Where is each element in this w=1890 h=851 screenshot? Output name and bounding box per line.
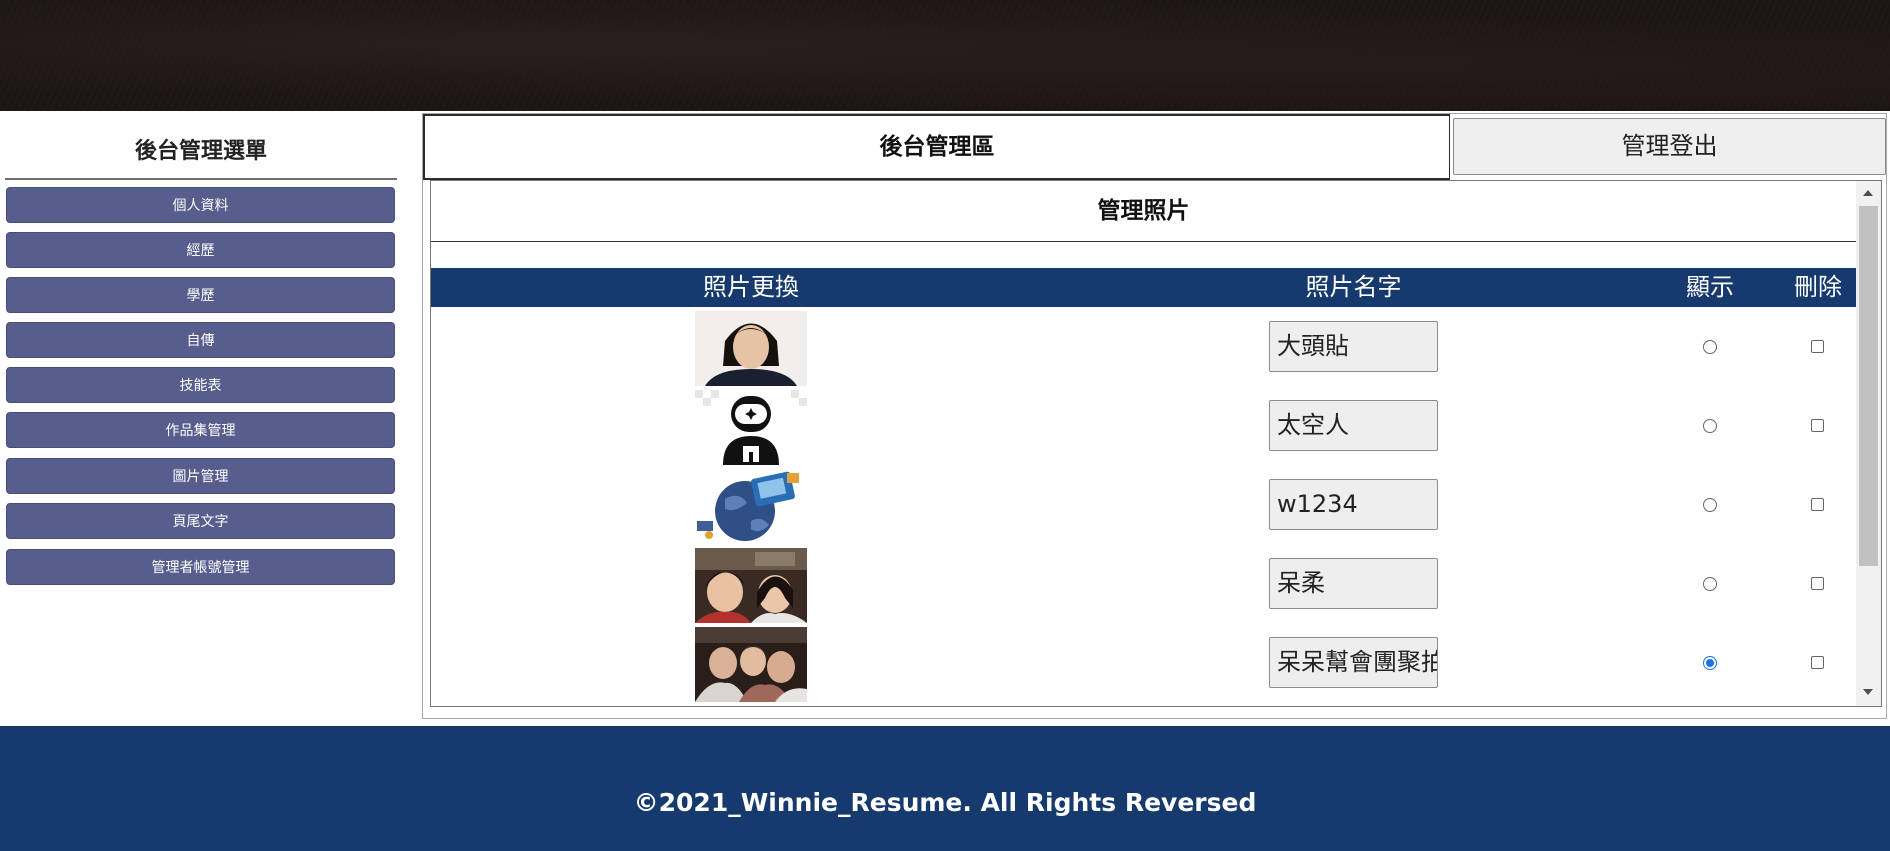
astronaut-icon[interactable]	[695, 390, 807, 465]
column-header-photo: 照片更換	[703, 273, 799, 301]
menu-button-skills[interactable]: 技能表	[6, 367, 395, 403]
table-row: 呆柔	[431, 544, 1856, 623]
photo-name-input[interactable]: w1234	[1269, 479, 1438, 530]
menu-button-profile[interactable]: 個人資料	[6, 187, 395, 223]
menu-button-experience[interactable]: 經歷	[6, 232, 395, 268]
photo-name-input[interactable]: 大頭貼	[1269, 321, 1438, 372]
scroll-down-arrow-icon[interactable]	[1863, 689, 1873, 695]
delete-checkbox[interactable]	[1811, 498, 1824, 511]
photo-name-input[interactable]: 太空人	[1269, 400, 1438, 451]
scrollbar-thumb[interactable]	[1859, 206, 1878, 566]
group-photo-icon[interactable]	[695, 627, 807, 702]
column-header-delete: 刪除	[1794, 273, 1842, 301]
delete-checkbox[interactable]	[1811, 419, 1824, 432]
menu-button-education[interactable]: 學歷	[6, 277, 395, 313]
sidebar-divider	[5, 178, 397, 180]
table-header: 照片更換 照片名字 顯示 刪除	[431, 268, 1856, 307]
top-banner	[0, 0, 1890, 111]
selfie-photo-icon[interactable]	[695, 548, 807, 623]
photo-management-panel: 管理照片 照片更換 照片名字 顯示 刪除 大頭貼 太空人 w1234 呆柔 呆呆…	[430, 180, 1882, 707]
logout-button[interactable]: 管理登出	[1453, 118, 1886, 175]
section-title: 管理照片	[431, 181, 1856, 242]
display-radio[interactable]	[1703, 498, 1717, 512]
footer: ©2021_Winnie_Resume. All Rights Reversed	[0, 726, 1890, 851]
globe-satellite-illustration-icon[interactable]	[695, 469, 807, 544]
footer-copyright: ©2021_Winnie_Resume. All Rights Reversed	[633, 788, 1257, 817]
table-row: 呆呆幫會團聚拍	[431, 623, 1856, 702]
display-radio[interactable]	[1703, 340, 1717, 354]
vertical-scrollbar[interactable]	[1856, 181, 1881, 706]
display-radio-checked[interactable]	[1703, 656, 1717, 670]
table-row: w1234	[431, 465, 1856, 544]
delete-checkbox[interactable]	[1811, 656, 1824, 669]
photo-name-input[interactable]: 呆柔	[1269, 558, 1438, 609]
scroll-up-arrow-icon[interactable]	[1863, 190, 1873, 196]
photo-name-input[interactable]: 呆呆幫會團聚拍	[1269, 637, 1438, 688]
delete-checkbox[interactable]	[1811, 340, 1824, 353]
column-header-name: 照片名字	[1305, 273, 1402, 301]
menu-button-footer-text[interactable]: 頁尾文字	[6, 503, 395, 539]
column-header-display: 顯示	[1686, 273, 1734, 301]
admin-area-title: 後台管理區	[423, 114, 1450, 180]
menu-button-admin-accounts[interactable]: 管理者帳號管理	[6, 549, 395, 585]
display-radio[interactable]	[1703, 577, 1717, 591]
menu-button-portfolio[interactable]: 作品集管理	[6, 412, 395, 448]
menu-button-images[interactable]: 圖片管理	[6, 458, 395, 494]
table-row: 太空人	[431, 386, 1856, 465]
delete-checkbox[interactable]	[1811, 577, 1824, 590]
menu-button-autobiography[interactable]: 自傳	[6, 322, 395, 358]
sidebar-title: 後台管理選單	[134, 139, 267, 164]
portrait-photo-icon[interactable]	[695, 311, 807, 386]
display-radio[interactable]	[1703, 419, 1717, 433]
table-row: 大頭貼	[431, 307, 1856, 386]
